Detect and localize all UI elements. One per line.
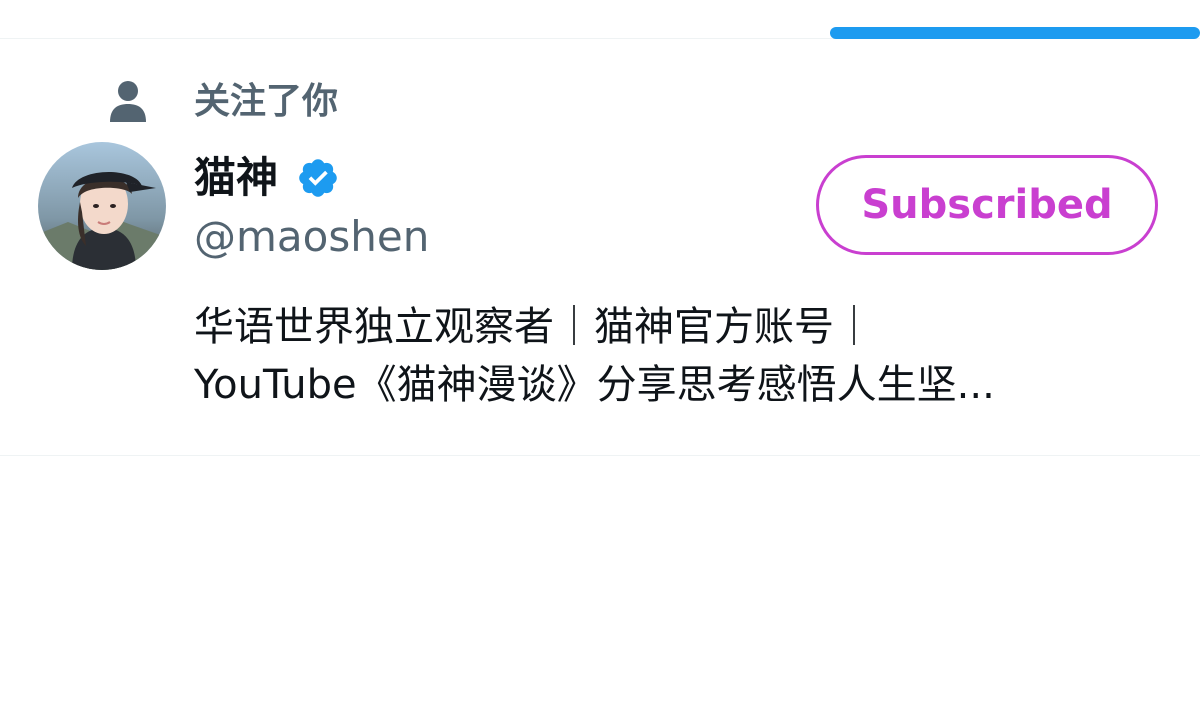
subscribed-button[interactable]: Subscribed	[816, 155, 1158, 255]
notification-screen: 关注了你 猫神 @maoshen Subscribed 华语世界独立观察者｜猫神…	[0, 0, 1200, 713]
user-bio: 华语世界独立观察者｜猫神官方账号｜ YouTube《猫神漫谈》分享思考感悟人生坚…	[194, 298, 1154, 414]
user-handle[interactable]: @maoshen	[194, 210, 429, 264]
bottom-divider	[0, 455, 1200, 456]
person-icon	[108, 80, 148, 124]
follow-notification[interactable]: 关注了你	[0, 70, 1200, 140]
bio-line-2: YouTube《猫神漫谈》分享思考感悟人生坚...	[194, 362, 995, 408]
verified-badge-icon	[296, 156, 340, 200]
notification-text: 关注了你	[194, 81, 339, 122]
display-name[interactable]: 猫神	[194, 152, 278, 204]
bio-line-1: 华语世界独立观察者｜猫神官方账号｜	[194, 304, 874, 350]
active-tab-indicator	[830, 27, 1200, 39]
avatar[interactable]	[38, 142, 166, 270]
